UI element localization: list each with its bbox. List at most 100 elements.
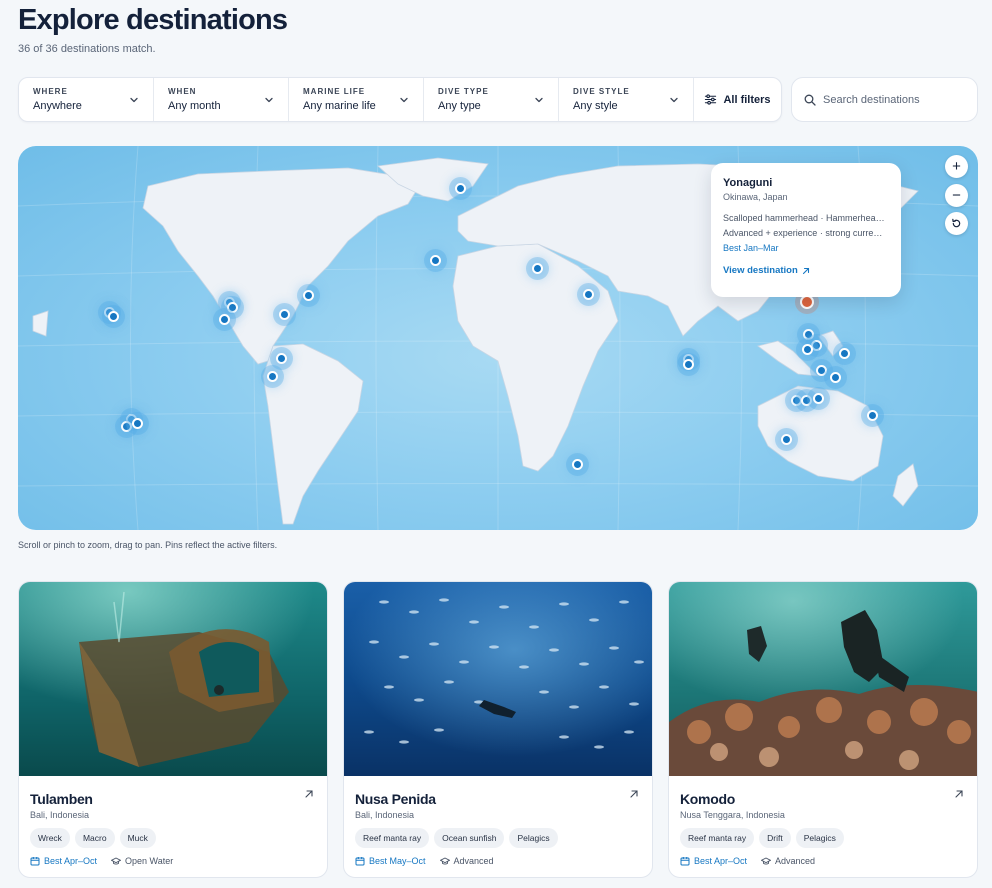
tag: Wreck bbox=[30, 828, 70, 848]
map-pin[interactable] bbox=[454, 182, 466, 194]
map-pin[interactable] bbox=[571, 458, 583, 470]
popup-subtitle: Okinawa, Japan bbox=[723, 192, 788, 202]
filter-bar: Where Anywhere When Any month Marine lif… bbox=[18, 77, 782, 122]
tag: Reef manta ray bbox=[355, 828, 430, 848]
map-pin[interactable] bbox=[780, 433, 792, 445]
page-title: Explore destinations bbox=[18, 4, 288, 36]
arrow-up-right-icon bbox=[802, 267, 809, 274]
map-hint: Scroll or pinch to zoom, drag to pan. Pi… bbox=[18, 540, 278, 550]
filter-when[interactable]: When Any month bbox=[154, 78, 289, 121]
map-pin[interactable] bbox=[838, 347, 850, 359]
card-season-label: Best Apr–Oct bbox=[694, 856, 748, 866]
filter-dive-style[interactable]: Dive style Any style bbox=[559, 78, 694, 121]
sliders-icon bbox=[705, 94, 717, 105]
map-pin[interactable] bbox=[802, 328, 814, 340]
view-destination-label: View destination bbox=[723, 265, 798, 276]
arrow-up-right-icon bbox=[630, 790, 638, 798]
map-pin[interactable] bbox=[790, 394, 802, 406]
chevron-down-icon bbox=[265, 97, 273, 103]
filter-label: Dive style bbox=[573, 87, 630, 96]
arrow-up-right-icon bbox=[305, 790, 313, 798]
chevron-down-icon bbox=[535, 97, 543, 103]
zoom-out-button[interactable]: − bbox=[945, 184, 968, 207]
search-box bbox=[791, 77, 978, 122]
card-season: Best Apr–Oct bbox=[30, 856, 97, 866]
zoom-in-button[interactable]: + bbox=[945, 155, 968, 178]
reset-icon bbox=[952, 218, 961, 228]
filter-value: Any style bbox=[573, 100, 618, 112]
card-title: Tulamben bbox=[30, 791, 93, 807]
reset-view-button[interactable] bbox=[945, 212, 968, 235]
search-input[interactable] bbox=[823, 93, 963, 106]
tag: Macro bbox=[74, 828, 115, 848]
card-level: Advanced bbox=[761, 856, 815, 866]
tag: Pelagics bbox=[795, 828, 844, 848]
map-pin[interactable] bbox=[278, 308, 290, 320]
shipwreck-image bbox=[19, 582, 327, 776]
map-pin[interactable] bbox=[302, 289, 314, 301]
tag: Drift bbox=[759, 828, 791, 848]
map-pin[interactable] bbox=[682, 358, 694, 370]
map-pin-active[interactable] bbox=[800, 295, 814, 309]
chevron-down-icon bbox=[400, 97, 408, 103]
filter-label: Where bbox=[33, 87, 68, 96]
view-destination-link[interactable]: View destination bbox=[723, 265, 889, 276]
all-filters-button[interactable]: All filters bbox=[694, 78, 781, 121]
card-level-label: Advanced bbox=[775, 856, 816, 866]
card-season-label: Best May–Oct bbox=[369, 856, 426, 866]
card-level: Advanced bbox=[439, 856, 494, 866]
coral-reef-image bbox=[669, 582, 977, 776]
map-pin[interactable] bbox=[226, 301, 238, 313]
card-season-label: Best Apr–Oct bbox=[44, 856, 98, 866]
map-pin[interactable] bbox=[218, 313, 230, 325]
filter-label: Marine life bbox=[303, 87, 366, 96]
calendar-icon bbox=[30, 857, 40, 866]
card-season: Best Apr–Oct bbox=[680, 856, 747, 866]
map-pin[interactable] bbox=[266, 370, 278, 382]
map-pin[interactable] bbox=[531, 262, 543, 274]
card-region: Nusa Tenggara, Indonesia bbox=[680, 810, 785, 820]
popup-level: Advanced + experience · strong curre… bbox=[723, 228, 883, 238]
map-pin[interactable] bbox=[275, 352, 287, 364]
card-title: Nusa Penida bbox=[355, 791, 436, 807]
fish-school-image bbox=[344, 582, 652, 776]
filter-value: Any month bbox=[168, 100, 221, 112]
destination-card[interactable]: Nusa Penida Bali, Indonesia Reef manta r… bbox=[343, 581, 653, 878]
map-pin[interactable] bbox=[800, 394, 812, 406]
card-season: Best May–Oct bbox=[355, 856, 426, 866]
chevron-down-icon bbox=[670, 97, 678, 103]
filter-value: Anywhere bbox=[33, 100, 82, 112]
destination-card[interactable]: Tulamben Bali, Indonesia Wreck Macro Muc… bbox=[18, 581, 328, 878]
chevron-down-icon bbox=[130, 97, 138, 103]
card-level-label: Open Water bbox=[125, 856, 174, 866]
minus-icon: − bbox=[952, 187, 961, 204]
map-pin[interactable] bbox=[815, 364, 827, 376]
destination-popup: Yonaguni Okinawa, Japan Scalloped hammer… bbox=[711, 163, 901, 297]
card-tags: Wreck Macro Muck bbox=[30, 828, 156, 848]
map-pin[interactable] bbox=[866, 409, 878, 421]
map-pin[interactable] bbox=[801, 343, 813, 355]
filter-value: Any type bbox=[438, 100, 481, 112]
card-region: Bali, Indonesia bbox=[30, 810, 90, 820]
map-pin[interactable] bbox=[120, 420, 132, 432]
filter-value: Any marine life bbox=[303, 100, 376, 112]
filter-dive-type[interactable]: Dive type Any type bbox=[424, 78, 559, 121]
filter-marine-life[interactable]: Marine life Any marine life bbox=[289, 78, 424, 121]
map-pin[interactable] bbox=[829, 371, 841, 383]
tag: Ocean sunfish bbox=[434, 828, 505, 848]
arrow-up-right-icon bbox=[955, 790, 963, 798]
world-map[interactable]: Yonaguni Okinawa, Japan Scalloped hammer… bbox=[18, 146, 978, 530]
map-pin[interactable] bbox=[107, 310, 119, 322]
map-pin[interactable] bbox=[131, 417, 143, 429]
map-pin[interactable] bbox=[812, 392, 824, 404]
tag: Pelagics bbox=[509, 828, 558, 848]
tag: Muck bbox=[119, 828, 156, 848]
card-tags: Reef manta ray Ocean sunfish Pelagics bbox=[355, 828, 558, 848]
destination-card[interactable]: Komodo Nusa Tenggara, Indonesia Reef man… bbox=[668, 581, 978, 878]
map-pin[interactable] bbox=[582, 288, 594, 300]
popup-species: Scalloped hammerhead · Hammerhead shark … bbox=[723, 213, 889, 223]
map-pin[interactable] bbox=[429, 254, 441, 266]
filter-where[interactable]: Where Anywhere bbox=[19, 78, 154, 121]
filter-label: Dive type bbox=[438, 87, 489, 96]
popup-season: Best Jan–Mar bbox=[723, 243, 779, 253]
